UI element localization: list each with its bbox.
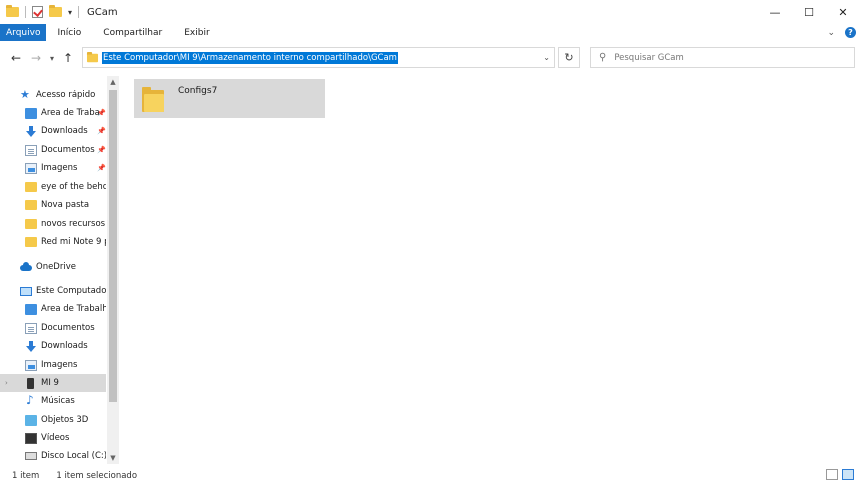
pin-icon: 📌 bbox=[97, 109, 106, 117]
music-icon bbox=[25, 393, 37, 407]
address-path[interactable]: Este Computador\MI 9\Armazenamento inter… bbox=[102, 51, 398, 64]
desktop-icon bbox=[25, 107, 37, 119]
sidebar-item-downloads-pinned[interactable]: Downloads 📌 bbox=[0, 122, 106, 140]
file-item-name: Configs7 bbox=[178, 86, 218, 96]
close-button[interactable]: ✕ bbox=[826, 0, 860, 24]
scroll-up-arrow-icon[interactable]: ▲ bbox=[107, 76, 119, 88]
new-folder-icon[interactable] bbox=[49, 5, 62, 17]
sidebar-item-videos[interactable]: Vídeos bbox=[0, 429, 106, 447]
recent-locations-chevron-icon[interactable]: ▾ bbox=[46, 54, 58, 63]
quick-access-toolbar: ▾ bbox=[0, 5, 80, 18]
sidebar-item-mi-9[interactable]: › MI 9 bbox=[0, 374, 106, 392]
desktop-icon bbox=[25, 303, 37, 315]
download-icon bbox=[25, 340, 37, 352]
onedrive-icon bbox=[20, 261, 32, 273]
folder-icon bbox=[6, 5, 19, 17]
divider bbox=[78, 6, 80, 18]
phone-icon bbox=[27, 377, 34, 389]
file-item-configs7[interactable]: Configs7 bbox=[134, 79, 325, 118]
maximize-button[interactable]: ☐ bbox=[792, 0, 826, 24]
refresh-button[interactable]: ↻ bbox=[558, 47, 580, 68]
sidebar-item-downloads[interactable]: Downloads bbox=[0, 337, 106, 355]
address-bar[interactable]: Este Computador\MI 9\Armazenamento inter… bbox=[82, 47, 555, 68]
download-icon bbox=[25, 125, 37, 137]
scrollbar-thumb[interactable] bbox=[109, 90, 117, 402]
window-controls: — ☐ ✕ bbox=[758, 0, 860, 24]
sidebar-item-onedrive[interactable]: OneDrive bbox=[0, 258, 76, 276]
sidebar-item-objetos-3d[interactable]: Objetos 3D bbox=[0, 411, 106, 429]
title-bar: ▾ GCam — ☐ ✕ bbox=[0, 0, 860, 24]
sidebar-item-este-computador[interactable]: Este Computador bbox=[0, 282, 110, 300]
minimize-button[interactable]: — bbox=[758, 0, 792, 24]
forward-arrow-icon[interactable]: → bbox=[26, 51, 46, 65]
item-count: 1 item bbox=[12, 470, 40, 481]
videos-icon bbox=[25, 432, 37, 444]
document-icon bbox=[25, 144, 37, 156]
folder-icon bbox=[25, 237, 37, 247]
navigation-pane: Acesso rápido Área de Traba 📌 Downloads … bbox=[0, 76, 120, 464]
status-bar: 1 item 1 item selecionado bbox=[0, 466, 860, 485]
search-box[interactable]: ⚲ bbox=[590, 47, 855, 68]
sidebar-item-acesso-rapido[interactable]: Acesso rápido bbox=[0, 86, 95, 104]
pin-icon: 📌 bbox=[97, 127, 106, 135]
sidebar-item-documentos-pinned[interactable]: Documentos 📌 bbox=[0, 141, 106, 159]
sidebar-item-area-de-trabalho-pinned[interactable]: Área de Traba 📌 bbox=[0, 104, 106, 122]
objects-3d-icon bbox=[25, 414, 37, 426]
search-icon: ⚲ bbox=[599, 52, 607, 63]
ribbon-tabs: Arquivo Início Compartilhar Exibir ⌄ ? bbox=[0, 24, 860, 41]
pictures-icon bbox=[25, 162, 37, 174]
folder-icon bbox=[25, 200, 37, 210]
sidebar-item-documentos[interactable]: Documentos bbox=[0, 319, 106, 337]
sidebar-item-eye-of-the-beholder[interactable]: eye of the behol bbox=[0, 178, 106, 196]
pin-icon: 📌 bbox=[97, 146, 106, 154]
computer-icon bbox=[20, 286, 32, 296]
expand-chevron-icon[interactable]: › bbox=[5, 379, 8, 387]
document-icon bbox=[25, 322, 37, 334]
tab-exibir[interactable]: Exibir bbox=[173, 24, 220, 41]
folder-icon bbox=[25, 219, 37, 229]
sidebar-item-area-de-trabalho[interactable]: Área de Trabalho bbox=[0, 300, 106, 318]
scroll-down-arrow-icon[interactable]: ▼ bbox=[107, 452, 119, 464]
sidebar-item-musicas[interactable]: Músicas bbox=[0, 392, 106, 410]
star-icon bbox=[20, 88, 32, 101]
details-view-icon[interactable] bbox=[826, 469, 838, 480]
navigation-bar: ← → ▾ ↑ Este Computador\MI 9\Armazenamen… bbox=[0, 45, 860, 71]
tab-arquivo[interactable]: Arquivo bbox=[0, 24, 47, 41]
properties-icon[interactable] bbox=[32, 6, 43, 18]
pictures-icon bbox=[25, 359, 37, 371]
refresh-icon: ↻ bbox=[564, 51, 574, 64]
tab-compartilhar[interactable]: Compartilhar bbox=[92, 24, 173, 41]
folder-icon bbox=[25, 182, 37, 192]
address-history-chevron-icon[interactable]: ⌄ bbox=[543, 53, 550, 62]
search-input[interactable] bbox=[614, 52, 835, 63]
selected-count: 1 item selecionado bbox=[56, 470, 138, 481]
sidebar-item-imagens[interactable]: Imagens bbox=[0, 356, 106, 374]
sidebar-item-nova-pasta[interactable]: Nova pasta bbox=[0, 196, 106, 214]
help-icon[interactable]: ? bbox=[845, 27, 856, 38]
folder-icon bbox=[86, 51, 99, 62]
disk-icon bbox=[25, 452, 37, 460]
up-arrow-icon[interactable]: ↑ bbox=[58, 51, 78, 65]
customize-toolbar-chevron-icon[interactable]: ▾ bbox=[68, 8, 72, 17]
file-list[interactable]: Configs7 bbox=[122, 76, 860, 464]
sidebar-item-imagens-pinned[interactable]: Imagens 📌 bbox=[0, 159, 106, 177]
sidebar-item-disco-local[interactable]: Disco Local (C:) bbox=[0, 447, 106, 464]
window-title: GCam bbox=[87, 6, 118, 18]
back-arrow-icon[interactable]: ← bbox=[6, 51, 26, 65]
expand-ribbon-chevron-icon[interactable]: ⌄ bbox=[827, 28, 835, 38]
sidebar-item-red-mi-note-9[interactable]: Red mi Note 9 p bbox=[0, 233, 106, 251]
sidebar-scrollbar[interactable]: ▲ ▼ bbox=[107, 76, 119, 464]
pin-icon: 📌 bbox=[97, 164, 106, 172]
sidebar-item-novos-recursos[interactable]: novos recursos c bbox=[0, 215, 106, 233]
large-icons-view-icon[interactable] bbox=[842, 469, 854, 480]
folder-icon bbox=[142, 86, 164, 112]
divider bbox=[25, 6, 26, 18]
tab-inicio[interactable]: Início bbox=[46, 24, 92, 41]
